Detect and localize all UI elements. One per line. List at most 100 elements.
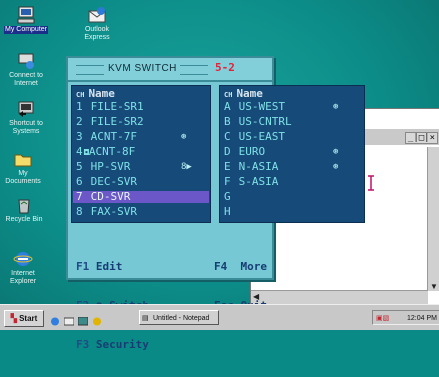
channel-name: FAX-SVR — [84, 205, 137, 218]
desktop-icon-my-documents[interactable]: My Documents — [0, 150, 46, 186]
channel-row[interactable]: 4◘ACNT-8F — [73, 146, 209, 158]
osd-title: KVM SWITCH — [108, 63, 177, 74]
channel-id: E — [224, 160, 231, 173]
channel-row[interactable]: 5 HP-SVR 8▶ — [73, 161, 209, 173]
channel-name: FILE-SR2 — [84, 115, 144, 128]
channel-id: 7 — [76, 190, 83, 203]
channel-id: B — [224, 115, 231, 128]
scroll-down-icon[interactable]: ▼ — [430, 282, 438, 291]
channel-panel-right: CH Name A US-WEST ⊛ B US-CNTRL C US-EAST D EU… — [219, 85, 365, 223]
channel-id: 5 — [76, 160, 83, 173]
channel-row[interactable]: 1 FILE-SR1 — [73, 101, 209, 113]
vertical-scrollbar[interactable]: ▼ — [427, 147, 439, 291]
channel-row[interactable]: 6 DEC-SVR — [73, 176, 209, 188]
channel-name: EURO — [232, 145, 266, 158]
channel-row[interactable]: H — [221, 206, 363, 218]
channel-name: ACNT-8F — [88, 145, 136, 158]
channel-id: 3 — [76, 130, 83, 143]
desktop-icon-label: My Documents — [5, 170, 41, 185]
current-channel: 5-2 — [215, 61, 235, 74]
channel-name: US-CNTRL — [232, 115, 292, 128]
computer-icon — [17, 6, 35, 24]
notepad-icon: ▤ — [142, 315, 149, 322]
desktop-quicklaunch-icon[interactable] — [77, 313, 89, 326]
channel-id: 8 — [76, 205, 83, 218]
key-edit[interactable]: F1 Edit — [76, 260, 149, 273]
osd-title-bar: KVM SWITCH 5-2 — [68, 58, 272, 82]
channel-name: HP-SVR — [84, 160, 131, 173]
desktop-icon-label: Connect to Internet — [9, 72, 43, 87]
channel-name: FILE-SR1 — [84, 100, 144, 113]
channel-name: US-WEST — [232, 100, 285, 113]
channel-id: 1 — [76, 100, 83, 113]
kvm-osd-menu: KVM SWITCH 5-2 CH Name 1 FILE-SR1 2 FILE-S… — [66, 56, 365, 351]
text-cursor-icon — [368, 175, 374, 191]
channel-name — [232, 190, 239, 203]
connect-icon — [18, 53, 34, 69]
clock: 12:04 PM — [407, 315, 437, 322]
desktop-icon-connect[interactable]: Connect to Internet — [3, 52, 49, 88]
channel-id: H — [224, 205, 231, 218]
channel-panel-left: CH Name 1 FILE-SR1 2 FILE-SR2 3 ACNT-7F ⊛ 4◘A… — [71, 85, 211, 223]
scan-icon: ⊛ — [333, 147, 339, 157]
channel-id: F — [224, 175, 231, 188]
channels-quicklaunch-icon[interactable] — [92, 313, 102, 326]
recycle-bin-icon — [18, 199, 30, 214]
desktop-icon-label: My Computer — [3, 26, 48, 34]
channel-row[interactable]: A US-WEST ⊛ — [221, 101, 363, 113]
key-security[interactable]: F3 Security — [76, 338, 149, 351]
channel-name: S-ASIA — [232, 175, 279, 188]
channel-row[interactable]: G — [221, 191, 363, 203]
channel-name: N-ASIA — [232, 160, 279, 173]
taskbar: ▚ Start ▤ Untitled - Notepad ▣▧ 12:04 PM — [0, 304, 439, 330]
title-decoration — [180, 65, 208, 75]
desktop-icon-label: Recycle Bin — [5, 216, 43, 223]
channel-row[interactable]: 3 ACNT-7F ⊛ — [73, 131, 209, 143]
channel-name: ACNT-7F — [84, 130, 137, 143]
desktop-icon-label: Shortcut to Systems — [9, 120, 43, 135]
ie-quicklaunch-icon[interactable] — [50, 313, 60, 326]
channel-name — [232, 205, 239, 218]
desktop-icon-shortcut-systems[interactable]: Shortcut to Systems — [3, 100, 49, 136]
window-controls[interactable]: _|□|× — [404, 132, 438, 144]
desktop-icon-my-computer[interactable]: My Computer — [3, 6, 49, 34]
windows-logo-icon: ▚ — [10, 314, 17, 323]
desktop-icon-outlook-express[interactable]: Outlook Express — [74, 6, 120, 42]
channel-id: 2 — [76, 115, 83, 128]
tray-icons[interactable]: ▣▧ — [376, 311, 389, 326]
outlook-icon — [88, 7, 106, 23]
desktop-icon-recycle-bin[interactable]: Recycle Bin — [1, 196, 47, 224]
outlook-quicklaunch-icon[interactable] — [63, 313, 75, 326]
channel-id: G — [224, 190, 231, 203]
channel-id: 4 — [76, 145, 83, 158]
port-count-indicator: 8▶ — [181, 162, 192, 172]
channel-row[interactable]: D EURO ⊛ — [221, 146, 363, 158]
channel-id: 6 — [76, 175, 83, 188]
channel-id: D — [224, 145, 231, 158]
channel-name: CD-SVR — [84, 190, 131, 203]
scan-icon: ⊛ — [181, 132, 187, 142]
system-tray: ▣▧ 12:04 PM — [372, 310, 439, 325]
scan-icon: ⊛ — [333, 162, 339, 172]
channel-row[interactable]: 8 FAX-SVR — [73, 206, 209, 218]
desktop-icon-internet-explorer[interactable]: Internet Explorer — [0, 250, 46, 286]
monitor-screen: My Computer Outlook Express Connect to I… — [0, 0, 439, 351]
channel-row[interactable]: E N-ASIA ⊛ — [221, 161, 363, 173]
channel-row[interactable]: B US-CNTRL — [221, 116, 363, 128]
channel-id: A — [224, 100, 231, 113]
channel-row[interactable]: 2 FILE-SR2 — [73, 116, 209, 128]
channel-id: C — [224, 130, 231, 143]
channel-name: US-EAST — [232, 130, 285, 143]
folder-icon — [14, 154, 32, 167]
channel-row[interactable]: 7 CD-SVR — [73, 191, 209, 203]
desktop-icon-label: Outlook Express — [84, 26, 110, 41]
title-decoration — [76, 65, 104, 75]
channel-row[interactable]: F S-ASIA — [221, 176, 363, 188]
channel-row[interactable]: C US-EAST — [221, 131, 363, 143]
start-button[interactable]: ▚ Start — [4, 310, 44, 327]
ie-icon — [13, 252, 33, 266]
taskbar-item-notepad[interactable]: ▤ Untitled - Notepad — [139, 310, 219, 325]
key-more[interactable]: F4 More — [214, 260, 267, 273]
horizontal-scrollbar[interactable]: ◀ — [251, 290, 428, 305]
scan-icon: ⊛ — [333, 102, 339, 112]
